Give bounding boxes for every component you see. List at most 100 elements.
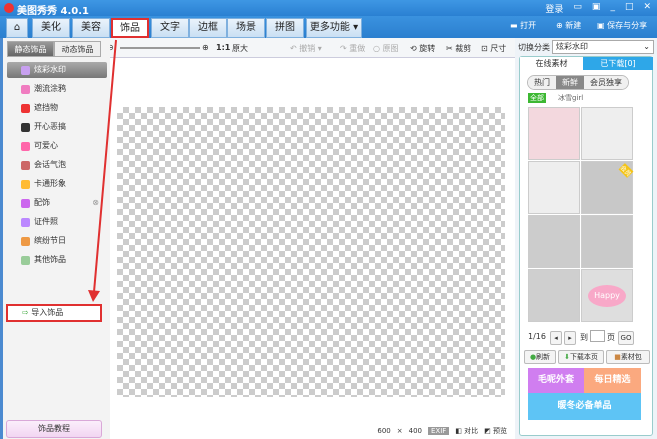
crop-button[interactable]: ✂ 裁剪 bbox=[446, 43, 471, 54]
download-label: 下载本页 bbox=[569, 353, 598, 361]
minimize-button[interactable]: _ bbox=[610, 2, 615, 15]
tab-beautify[interactable]: 美化 bbox=[32, 18, 70, 38]
category-item[interactable]: 卡通形象 bbox=[7, 176, 107, 192]
filter-new[interactable]: 新鲜 bbox=[556, 76, 584, 89]
material-thumbnail[interactable] bbox=[528, 161, 580, 214]
page-unit-label: 页 bbox=[607, 333, 615, 342]
close-button[interactable]: ✕ bbox=[643, 2, 651, 15]
category-item[interactable]: 遮挡物 bbox=[7, 100, 107, 116]
category-icon bbox=[21, 160, 30, 170]
size-label: 尺寸 bbox=[490, 44, 507, 53]
home-tab[interactable]: ⌂ bbox=[6, 18, 28, 38]
pack-icon: ■ bbox=[614, 353, 621, 361]
promo-wool-coat[interactable]: 毛呢外套 bbox=[528, 368, 584, 393]
material-box: 在线素材 已下载[0] 热门 新鲜 会员独享 全部 冰雪girl 会员 Happy… bbox=[519, 56, 653, 436]
preview-button[interactable]: ◩ 预览 bbox=[484, 426, 507, 436]
rotate-button[interactable]: ⟲ 旋转 bbox=[410, 43, 435, 54]
tab-border[interactable]: 边框 bbox=[189, 18, 227, 38]
tab-decorations[interactable]: 饰品 bbox=[111, 18, 149, 38]
zoom-in-icon[interactable]: ⊕ bbox=[202, 43, 209, 52]
feedback-icon[interactable]: ▭ bbox=[573, 2, 582, 15]
refresh-button[interactable]: ●刷新 bbox=[524, 350, 556, 364]
material-thumbnail[interactable]: 会员 bbox=[581, 161, 634, 214]
go-button[interactable]: GO bbox=[618, 331, 634, 345]
reset-button[interactable]: ○ 原图 bbox=[373, 43, 399, 54]
image-height: 400 bbox=[408, 427, 422, 435]
category-item[interactable]: 炫彩水印 bbox=[7, 62, 107, 78]
filter-all[interactable]: 全部 bbox=[528, 93, 546, 103]
tab-face[interactable]: 美容 bbox=[72, 18, 110, 38]
reset-label: 原图 bbox=[382, 44, 399, 53]
page-input[interactable] bbox=[590, 330, 605, 342]
material-thumbnail[interactable]: Happy bbox=[581, 269, 633, 322]
download-page-button[interactable]: ⬇下载本页 bbox=[558, 350, 604, 364]
category-label: 配饰 bbox=[34, 198, 50, 207]
right-panel: 切换分类 炫彩水印 ⌄ 在线素材 已下载[0] 热门 新鲜 会员独享 全部 冰雪g… bbox=[515, 38, 657, 439]
category-item[interactable]: 开心恶搞 bbox=[7, 119, 107, 135]
promo-daily-picks[interactable]: 每日精选 bbox=[584, 368, 641, 393]
category-item[interactable]: 潮流涂鸦 bbox=[7, 81, 107, 97]
chevron-down-icon: ⌄ bbox=[643, 42, 650, 51]
material-thumbnail[interactable] bbox=[528, 215, 580, 268]
category-icon bbox=[21, 103, 30, 113]
category-item[interactable]: 会话气泡 bbox=[7, 157, 107, 173]
tab-static-decorations[interactable]: 静态饰品 bbox=[7, 41, 54, 57]
tab-collage[interactable]: 拼图 bbox=[266, 18, 304, 38]
exif-button[interactable]: EXIF bbox=[428, 427, 450, 435]
save-label: 保存与分享 bbox=[607, 21, 648, 30]
app-logo-icon bbox=[4, 3, 14, 13]
category-item[interactable]: 证件照 bbox=[7, 214, 107, 230]
tab-scene[interactable]: 场景 bbox=[227, 18, 265, 38]
zoom-slider[interactable] bbox=[120, 47, 200, 49]
new-button[interactable]: ⊕ 新建 bbox=[556, 20, 581, 31]
author-filter[interactable]: 冰雪girl bbox=[558, 93, 583, 103]
login-link[interactable]: 登录 bbox=[545, 2, 563, 15]
material-thumbnail[interactable] bbox=[528, 107, 580, 160]
import-file-icon: ⇨ bbox=[22, 308, 29, 317]
category-select[interactable]: 炫彩水印 ⌄ bbox=[552, 40, 654, 54]
tab-more[interactable]: 更多功能 ▾ bbox=[306, 18, 362, 38]
tab-online[interactable]: 在线素材 bbox=[520, 57, 583, 70]
material-thumbnail[interactable] bbox=[528, 269, 580, 322]
tab-downloaded[interactable]: 已下载[0] bbox=[583, 57, 653, 70]
material-pack-button[interactable]: ■素材包 bbox=[606, 350, 650, 364]
title-bar: 美图秀秀 4.0.1 登录 ▭ ▣ _ □ ✕ bbox=[0, 0, 657, 17]
category-label: 开心恶搞 bbox=[34, 122, 66, 131]
compare-label: 对比 bbox=[464, 427, 479, 435]
filter-hot[interactable]: 热门 bbox=[528, 76, 556, 89]
decoration-tutorial-button[interactable]: 饰品教程 bbox=[6, 420, 102, 438]
promo-winter-essentials[interactable]: 暖冬必备单品 bbox=[528, 393, 641, 420]
category-icon bbox=[21, 255, 30, 265]
save-share-button[interactable]: ▣ 保存与分享 bbox=[597, 20, 647, 31]
app-title: 美图秀秀 4.0.1 bbox=[17, 6, 89, 17]
category-label: 潮流涂鸦 bbox=[34, 84, 66, 93]
undo-button[interactable]: ↶ 撤销 ▾ bbox=[290, 43, 322, 54]
material-thumbnail[interactable] bbox=[581, 107, 633, 160]
tab-text[interactable]: 文字 bbox=[151, 18, 189, 38]
size-button[interactable]: ⊡ 尺寸 bbox=[481, 43, 506, 54]
category-label: 缤纷节日 bbox=[34, 236, 66, 245]
original-size-button[interactable]: 原大 bbox=[232, 43, 248, 54]
category-label: 可爱心 bbox=[34, 141, 58, 150]
category-label: 其他饰品 bbox=[34, 255, 66, 264]
import-decoration-button[interactable]: ⇨ 导入饰品 bbox=[6, 304, 102, 322]
next-page-button[interactable]: ▸ bbox=[564, 331, 576, 345]
skin-icon[interactable]: ▣ bbox=[592, 2, 601, 15]
zoom-ratio[interactable]: 1:1 bbox=[216, 43, 230, 52]
open-button[interactable]: ▬ 打开 bbox=[510, 20, 536, 31]
maximize-button[interactable]: □ bbox=[625, 2, 634, 15]
category-icon bbox=[21, 65, 30, 75]
filter-vip[interactable]: 会员独享 bbox=[584, 76, 628, 89]
category-item[interactable]: 缤纷节日 bbox=[7, 233, 107, 249]
remove-icon[interactable]: ⊗ bbox=[92, 195, 99, 211]
compare-button[interactable]: ◧ 对比 bbox=[455, 426, 478, 436]
tab-animated-decorations[interactable]: 动态饰品 bbox=[54, 41, 101, 57]
material-thumbnail[interactable] bbox=[581, 215, 633, 268]
redo-button[interactable]: ↷ 重做 bbox=[340, 43, 365, 54]
category-item[interactable]: 配饰 ⊗ bbox=[7, 195, 107, 211]
prev-page-button[interactable]: ◂ bbox=[550, 331, 562, 345]
image-canvas[interactable] bbox=[117, 107, 505, 397]
category-item[interactable]: 其他饰品 bbox=[7, 252, 107, 268]
category-icon bbox=[21, 236, 30, 246]
category-item[interactable]: 可爱心 bbox=[7, 138, 107, 154]
